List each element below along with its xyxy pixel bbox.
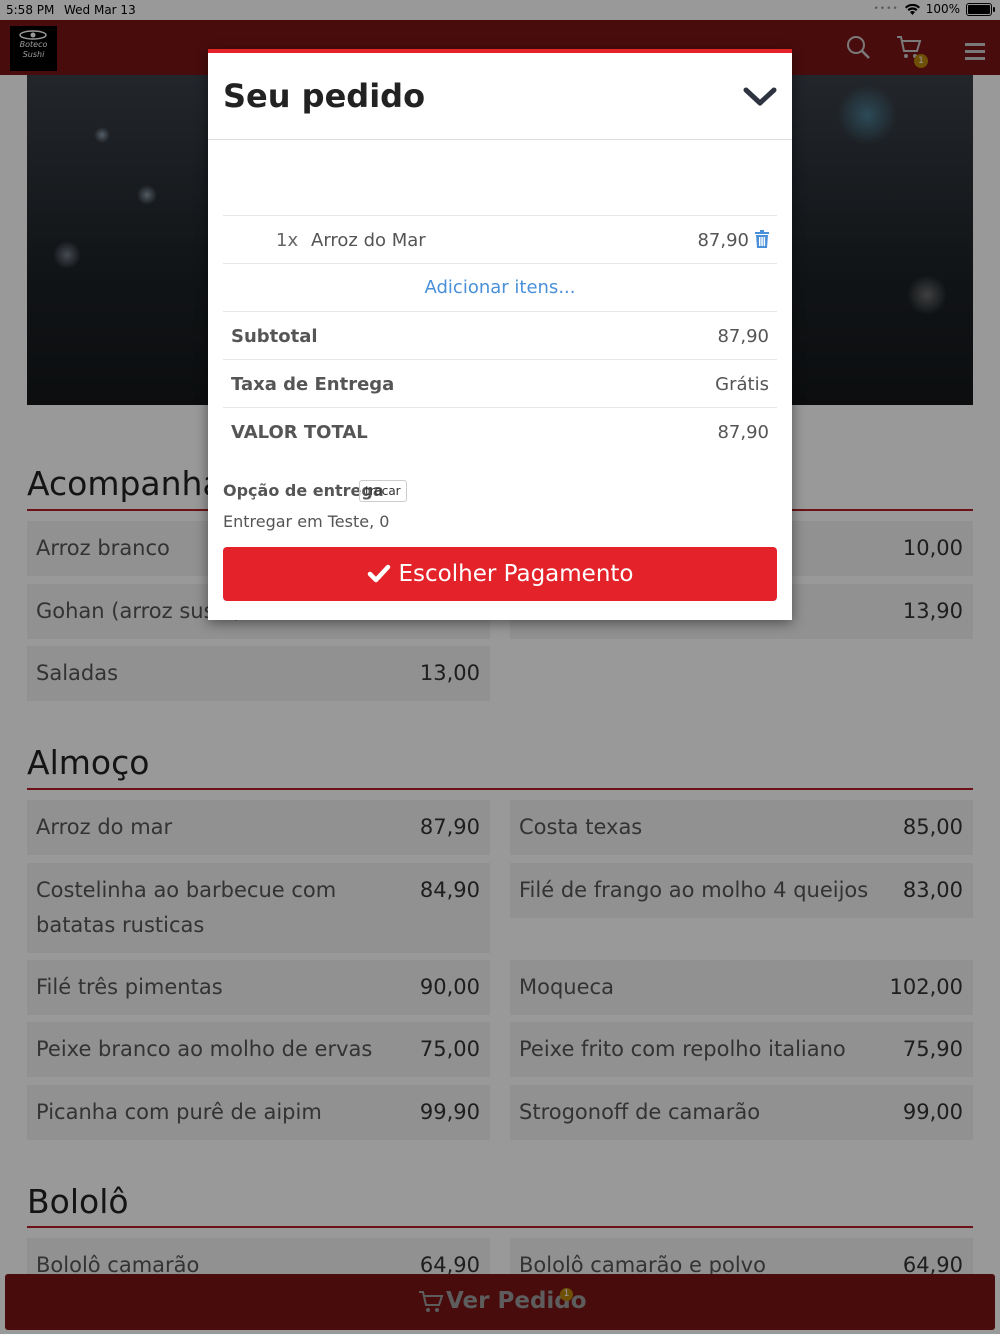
chevron-down-icon[interactable] [742, 85, 778, 109]
choose-payment-label: Escolher Pagamento [398, 561, 634, 587]
subtotal-label: Subtotal [231, 326, 318, 347]
check-icon [367, 564, 390, 583]
order-item-name: Arroz do Mar [311, 230, 426, 251]
swap-delivery-button[interactable]: trocar [359, 480, 407, 502]
order-item-price: 87,90 [697, 230, 749, 251]
delivery-fee-label: Taxa de Entrega [231, 374, 395, 395]
total-row: VALOR TOTAL 87,90 [223, 407, 777, 455]
delivery-fee-row: Taxa de Entrega Grátis [223, 359, 777, 407]
modal-title: Seu pedido [223, 77, 426, 115]
modal-divider [208, 139, 792, 140]
order-modal: Seu pedido 1x Arroz do Mar 87,90 Adicion… [208, 49, 792, 620]
total-value: 87,90 [717, 422, 769, 443]
subtotal-row: Subtotal 87,90 [223, 311, 777, 359]
delivery-address: Entregar em Teste, 0 [223, 512, 390, 531]
order-item-qty: 1x [276, 230, 299, 251]
subtotal-value: 87,90 [717, 326, 769, 347]
trash-icon[interactable] [755, 230, 769, 248]
order-line-item: 1x Arroz do Mar 87,90 [223, 215, 777, 263]
total-label: VALOR TOTAL [231, 422, 368, 443]
delivery-fee-value: Grátis [715, 374, 769, 395]
choose-payment-button[interactable]: Escolher Pagamento [223, 547, 777, 601]
